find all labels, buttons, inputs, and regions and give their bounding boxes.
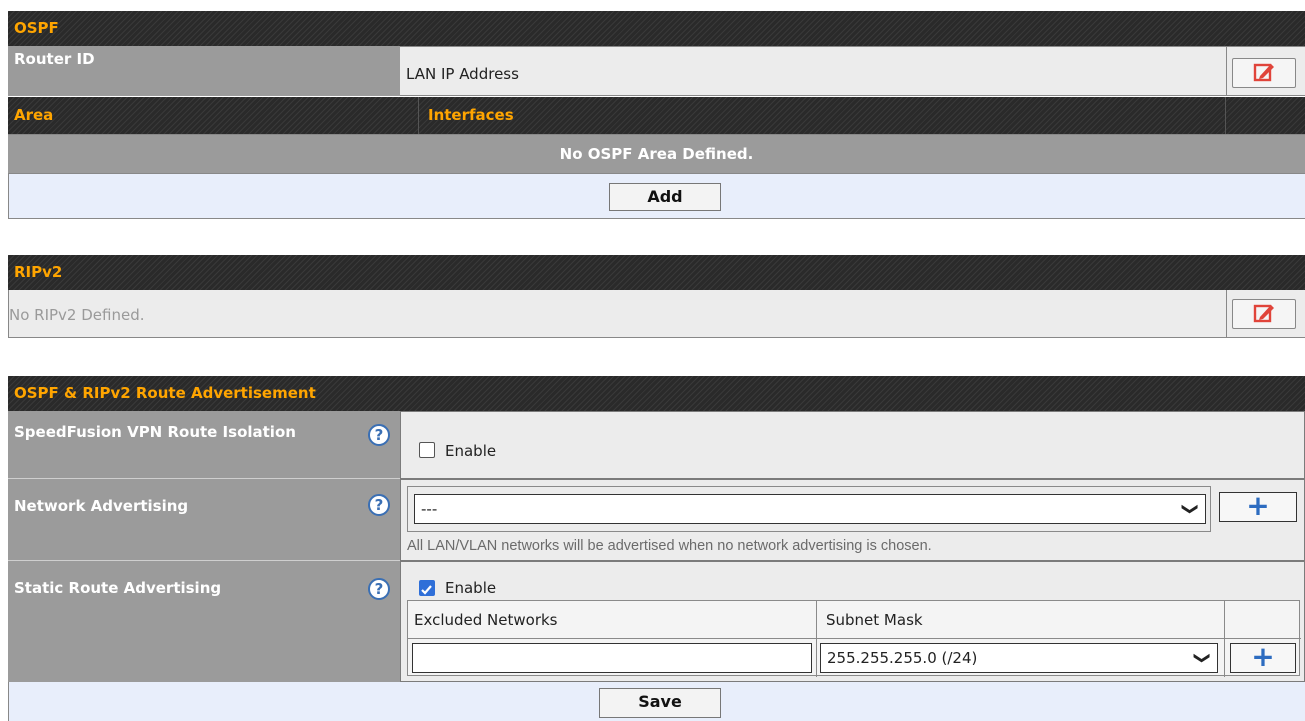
static-route-checkbox[interactable] <box>419 580 435 596</box>
add-excluded-network-button[interactable]: + <box>1230 643 1296 673</box>
excluded-networks-header: Excluded Networks <box>414 611 558 629</box>
vpn-isolation-value-cell: Enable <box>400 411 1305 479</box>
ripv2-action-cell <box>1226 290 1305 338</box>
plus-icon: + <box>1246 489 1270 522</box>
help-icon[interactable]: ? <box>368 494 390 516</box>
ripv2-title: RIPv2 <box>14 263 63 281</box>
chevron-down-icon: ❯ <box>1181 502 1201 516</box>
column-divider <box>816 601 817 677</box>
vpn-isolation-checkbox[interactable] <box>419 442 435 458</box>
ospf-empty-message: No OSPF Area Defined. <box>559 145 754 163</box>
column-divider <box>418 97 419 134</box>
network-select-value: --- <box>421 500 438 518</box>
network-advertising-select[interactable]: --- ❯ <box>414 494 1206 524</box>
network-advertising-label: Network Advertising <box>14 497 189 515</box>
static-route-label-cell: Static Route Advertising ? <box>8 561 400 682</box>
add-area-button[interactable]: Add <box>609 183 721 211</box>
subnet-mask-header: Subnet Mask <box>826 611 923 629</box>
static-route-value-cell: Enable Excluded Networks Subnet Mask 255… <box>400 561 1305 682</box>
router-id-value-cell: LAN IP Address <box>400 46 1226 96</box>
save-row: Save <box>8 682 1305 721</box>
router-id-action-cell <box>1226 46 1305 96</box>
subnet-mask-value: 255.255.255.0 (/24) <box>827 649 978 667</box>
ripv2-header: RIPv2 <box>8 255 1305 290</box>
static-route-enable-label: Enable <box>445 579 497 597</box>
ospf-empty-row: No OSPF Area Defined. <box>8 134 1305 174</box>
ospf-header: OSPF <box>8 11 1305 46</box>
edit-icon <box>1253 63 1274 82</box>
checkmark-icon <box>421 585 432 595</box>
ripv2-empty-message: No RIPv2 Defined. <box>9 306 145 324</box>
edit-icon <box>1253 304 1274 323</box>
ospf-add-row: Add <box>8 174 1305 219</box>
excluded-table-header-row: Excluded Networks Subnet Mask <box>408 601 1301 639</box>
vpn-isolation-label-cell: SpeedFusion VPN Route Isolation ? <box>8 411 400 479</box>
area-header: Area <box>14 106 54 124</box>
help-icon[interactable]: ? <box>368 578 390 600</box>
network-advertising-value-cell: --- ❯ + All LAN/VLAN networks will be ad… <box>400 479 1305 561</box>
interfaces-header: Interfaces <box>428 106 514 124</box>
add-network-button[interactable]: + <box>1219 492 1297 522</box>
router-id-edit-button[interactable] <box>1232 58 1296 88</box>
ospf-title: OSPF <box>14 19 59 37</box>
router-id-label: Router ID <box>8 46 400 96</box>
advert-title: OSPF & RIPv2 Route Advertisement <box>14 384 316 402</box>
ripv2-edit-button[interactable] <box>1232 299 1296 329</box>
help-icon[interactable]: ? <box>368 424 390 446</box>
plus-icon: + <box>1251 640 1275 673</box>
router-id-value: LAN IP Address <box>406 65 519 83</box>
ripv2-empty-row: No RIPv2 Defined. <box>8 290 1226 338</box>
column-divider <box>1224 601 1225 677</box>
subnet-mask-select[interactable]: 255.255.255.0 (/24) ❯ <box>820 643 1218 673</box>
excluded-networks-table: Excluded Networks Subnet Mask 255.255.25… <box>407 600 1301 677</box>
column-divider <box>1225 97 1226 134</box>
vpn-isolation-label: SpeedFusion VPN Route Isolation <box>14 423 296 441</box>
network-advertising-note: All LAN/VLAN networks will be advertised… <box>407 538 932 554</box>
static-route-label: Static Route Advertising <box>14 579 222 597</box>
vpn-isolation-enable-label: Enable <box>445 442 497 460</box>
network-advertising-label-cell: Network Advertising ? <box>8 479 400 561</box>
ospf-area-table-header: Area Interfaces <box>8 97 1305 134</box>
advert-header: OSPF & RIPv2 Route Advertisement <box>8 376 1305 411</box>
chevron-down-icon: ❯ <box>1193 651 1213 665</box>
network-select-frame: --- ❯ <box>407 486 1211 532</box>
excluded-network-input[interactable] <box>412 643 812 673</box>
save-button[interactable]: Save <box>599 688 721 718</box>
